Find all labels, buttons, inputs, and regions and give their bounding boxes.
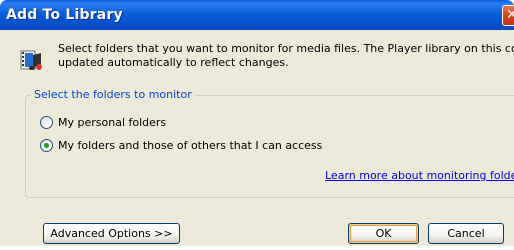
description-line-1: Select folders that you want to monitor … [58,42,514,55]
add-to-library-dialog: Add To Library ✕ Select folders that you… [0,0,514,246]
close-icon: ✕ [506,7,514,23]
title-bar[interactable]: Add To Library ✕ [0,0,514,30]
media-library-icon [20,50,42,70]
radio-label-others: My folders and those of others that I ca… [58,138,323,152]
cancel-button[interactable]: Cancel [428,223,504,244]
ok-button[interactable]: OK [348,223,419,244]
radio-my-personal-folders[interactable]: My personal folders [40,115,166,129]
description-line-2: updated automatically to reflect changes… [58,56,289,69]
description-text: Select folders that you want to monitor … [58,42,514,70]
advanced-options-button[interactable]: Advanced Options >> [43,223,180,244]
close-button[interactable]: ✕ [502,5,514,26]
radio-label-personal: My personal folders [58,115,167,129]
groupbox-legend: Select the folders to monitor [31,88,195,102]
window-title: Add To Library [6,7,123,23]
learn-more-link[interactable]: Learn more about monitoring folders [325,169,514,182]
bottom-edge [0,246,514,250]
radio-button-checked[interactable] [40,138,53,152]
radio-button-unchecked[interactable] [40,115,53,129]
radio-others-folders[interactable]: My folders and those of others that I ca… [40,138,322,152]
